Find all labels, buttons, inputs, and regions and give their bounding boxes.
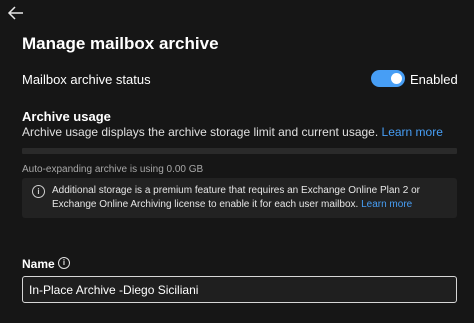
archive-usage-bar xyxy=(22,148,457,154)
panel-title: Manage mailbox archive xyxy=(22,34,219,53)
info-icon: i xyxy=(32,185,45,198)
archive-usage-heading: Archive usage xyxy=(22,109,111,124)
info-message-line-1: Additional storage is a premium feature … xyxy=(52,185,420,196)
toggle-knob xyxy=(391,73,402,84)
back-arrow-icon[interactable] xyxy=(6,3,26,23)
archive-usage-learn-more-link[interactable]: Learn more xyxy=(382,125,443,139)
archive-usage-description-text: Archive usage displays the archive stora… xyxy=(22,125,379,139)
name-field-label: Name xyxy=(22,257,55,271)
premium-storage-info-message: i Additional storage is a premium featur… xyxy=(22,178,457,218)
info-message-line-2-text: Exchange Online Archiving license to ena… xyxy=(52,199,359,210)
info-learn-more-link[interactable]: Learn more xyxy=(361,199,412,210)
archive-status-label: Mailbox archive status xyxy=(22,72,151,87)
archive-status-toggle[interactable] xyxy=(371,70,405,87)
archive-usage-description: Archive usage displays the archive stora… xyxy=(22,125,443,139)
name-info-icon[interactable]: i xyxy=(58,257,70,269)
archive-name-input[interactable] xyxy=(22,276,457,303)
info-message-line-2: Exchange Online Archiving license to ena… xyxy=(52,199,412,210)
archive-status-value: Enabled xyxy=(410,72,458,87)
manage-mailbox-archive-panel: Manage mailbox archive Mailbox archive s… xyxy=(0,0,474,323)
auto-expanding-usage-text: Auto-expanding archive is using 0.00 GB xyxy=(22,164,204,175)
